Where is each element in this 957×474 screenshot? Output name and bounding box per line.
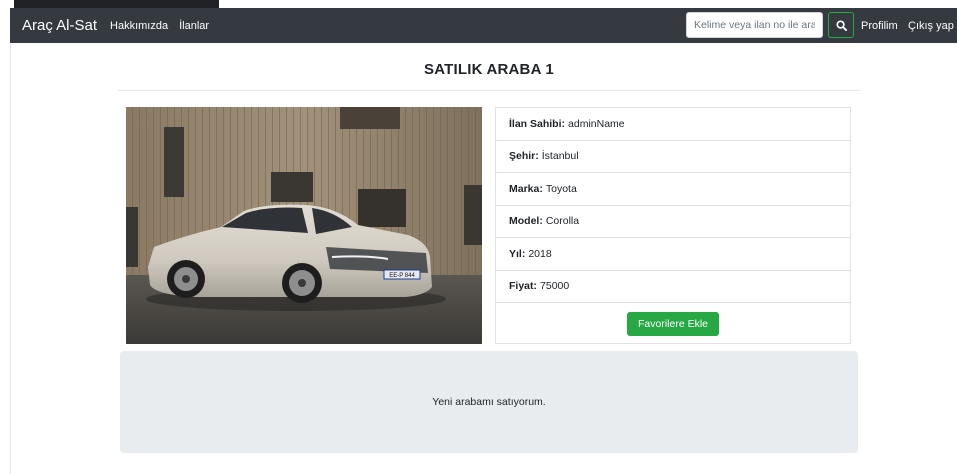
detail-value: 2018 [528,247,552,260]
brand-link[interactable]: Araç Al-Sat [22,17,97,34]
search-input[interactable] [686,12,823,38]
nav-logout-link[interactable]: Çıkış yap [908,8,954,43]
nav-link-about[interactable]: Hakkımızda [110,20,168,32]
page-left-border [10,44,11,474]
detail-value: adminName [568,117,625,130]
page-title: SATILIK ARABA 1 [424,61,554,78]
description-text: Yeni arabamı satıyorum. [432,396,546,408]
car-image: EE-P 844 [126,107,482,344]
plate-text: EE-P 844 [389,273,415,279]
nav-profile-link[interactable]: Profilim [861,8,898,43]
detail-row-price: Fiyat: 75000 [496,271,850,303]
detail-value: İstanbul [541,150,579,163]
navbar: Araç Al-Sat Hakkımızda İlanlar Profilim … [10,8,957,43]
detail-label: Model: [509,215,543,228]
detail-label: Marka: [509,182,543,195]
add-favorite-button[interactable]: Favorilere Ekle [626,311,720,336]
detail-value: 75000 [540,280,570,293]
listing-details-table: İlan Sahibi: adminName Şehir: İstanbul M… [495,107,851,344]
detail-row-brand: Marka: Toyota [496,173,850,206]
detail-label: Şehir: [509,150,539,163]
detail-row-model: Model: Corolla [496,206,850,238]
detail-value: Toyota [545,182,577,195]
detail-row-year: Yıl: 2018 [496,238,850,271]
detail-value: Corolla [545,215,580,228]
description-box: Yeni arabamı satıyorum. [120,351,858,453]
detail-label: İlan Sahibi: [509,117,566,130]
title-divider [118,90,860,91]
detail-label: Fiyat: [509,280,538,293]
detail-row-owner: İlan Sahibi: adminName [496,108,850,141]
detail-row-city: Şehir: İstanbul [496,141,850,173]
search-button[interactable] [828,12,854,38]
search-icon [835,19,847,31]
nav-link-listings[interactable]: İlanlar [179,20,209,32]
detail-label: Yıl: [509,247,526,260]
favorite-row: Favorilere Ekle [496,303,850,344]
window-top-strip [14,0,219,8]
